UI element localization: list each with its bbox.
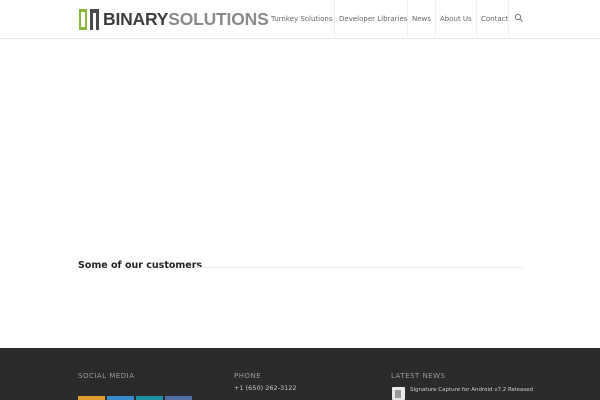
document-icon xyxy=(392,387,405,400)
logo-text-solutions: SOLUTIONS xyxy=(168,9,269,29)
section-divider xyxy=(197,267,523,268)
google-plus-icon[interactable] xyxy=(165,396,192,400)
logo-mark-icon xyxy=(79,8,100,30)
facebook-icon[interactable] xyxy=(78,396,105,400)
search-icon[interactable] xyxy=(514,13,524,23)
latest-news-heading: LATEST NEWS xyxy=(391,372,446,380)
twitter-icon[interactable] xyxy=(107,396,134,400)
linkedin-icon[interactable] xyxy=(136,396,163,400)
nav-divider xyxy=(435,0,436,39)
nav-item-turnkey-solutions[interactable]: Turnkey Solutions xyxy=(271,15,332,23)
logo-wordmark: BINARYSOLUTIONS xyxy=(103,8,269,30)
nav-divider xyxy=(334,0,335,39)
nav-divider xyxy=(508,0,509,39)
nav-divider xyxy=(407,0,408,39)
nav-item-news[interactable]: News xyxy=(412,15,431,23)
nav-item-contact[interactable]: Contact xyxy=(481,15,508,23)
nav-item-about-us[interactable]: About Us xyxy=(440,15,472,23)
nav-item-developer-libraries[interactable]: Developer Libraries xyxy=(339,15,407,23)
site-header: BINARYSOLUTIONS Turnkey Solutions Develo… xyxy=(0,0,600,39)
social-media-heading: SOCIAL MEDIA xyxy=(78,372,135,380)
site-logo[interactable]: BINARYSOLUTIONS xyxy=(79,8,269,30)
news-item-title[interactable]: Signature Capture for Android v7.2 Relea… xyxy=(410,386,540,394)
phone-heading: PHONE xyxy=(234,372,262,380)
site-footer: SOCIAL MEDIA PHONE +1 (650) 262-3122 LAT… xyxy=(0,348,600,400)
nav-divider xyxy=(476,0,477,39)
logo-text-binary: BINARY xyxy=(103,9,169,29)
customers-heading: Some of our customers xyxy=(78,260,203,271)
phone-number[interactable]: +1 (650) 262-3122 xyxy=(234,384,297,392)
